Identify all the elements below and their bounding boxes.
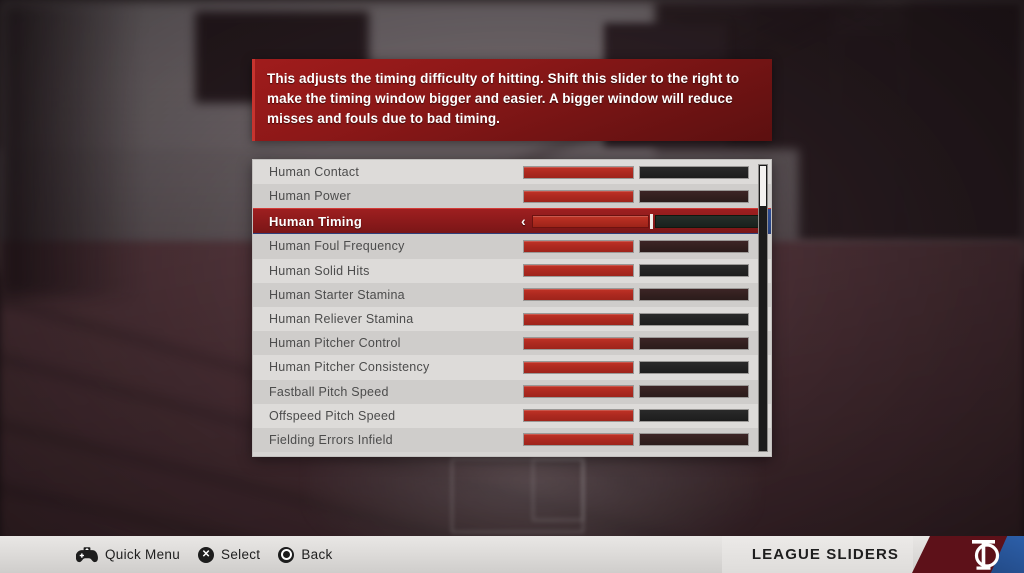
tooltip-text: This adjusts the timing difficulty of hi… xyxy=(267,71,740,126)
slider-track-empty xyxy=(639,288,749,302)
slider-row[interactable]: Offspeed Pitch Speed xyxy=(253,403,771,428)
slider-control[interactable] xyxy=(523,283,771,307)
slider-row[interactable]: Human Power xyxy=(253,184,771,209)
slider-row[interactable]: Human Foul Frequency xyxy=(253,234,771,259)
prompt-label: Quick Menu xyxy=(105,547,181,562)
slider-label: Human Solid Hits xyxy=(269,263,370,278)
slider-label: Human Power xyxy=(269,189,351,204)
slider-label: Human Timing xyxy=(269,213,363,229)
slider-label: Offspeed Pitch Speed xyxy=(269,408,396,423)
slider-track-empty xyxy=(639,264,749,278)
slider-control[interactable] xyxy=(523,404,771,428)
gamepad-icon xyxy=(76,546,98,563)
slider-row[interactable]: Human Reliever Stamina xyxy=(253,306,771,332)
prompt-label: Select xyxy=(221,547,261,562)
slider-fill xyxy=(523,189,634,203)
slider-description-tooltip: This adjusts the timing difficulty of hi… xyxy=(252,59,772,141)
slider-label: Fastball Pitch Speed xyxy=(269,384,389,399)
slider-list-panel: Human ContactHuman PowerHuman Timing‹›Hu… xyxy=(252,159,772,457)
slider-fill xyxy=(523,288,634,302)
slider-fill xyxy=(523,409,634,423)
page-title: LEAGUE SLIDERS xyxy=(751,546,899,563)
slider-label: Human Pitcher Control xyxy=(269,336,401,351)
slider-control[interactable] xyxy=(523,184,771,208)
slider-track-empty xyxy=(639,165,749,179)
circle-button-icon xyxy=(278,546,295,563)
title-angle-accent xyxy=(912,536,946,573)
slider-fill xyxy=(531,214,649,228)
slider-row[interactable]: Human Contact xyxy=(253,160,771,185)
slider-rows-container: Human ContactHuman PowerHuman Timing‹›Hu… xyxy=(253,160,771,453)
slider-label: Human Pitcher Consistency xyxy=(269,360,430,375)
slider-track-empty xyxy=(639,409,749,423)
slider-fill xyxy=(523,336,634,350)
slider-fill xyxy=(523,239,634,253)
screen-title-group: LEAGUE SLIDERS xyxy=(721,536,1024,573)
slider-track-empty xyxy=(639,360,749,374)
slider-control[interactable] xyxy=(523,355,771,379)
slider-track-empty xyxy=(639,385,749,399)
slider-row-selected[interactable]: Human Timing ‹› xyxy=(253,208,771,235)
list-scrollbar-thumb[interactable] xyxy=(760,166,766,207)
prompt-quick-menu[interactable]: Quick Menu xyxy=(76,546,181,563)
slider-row[interactable]: Fielding Errors Infield xyxy=(253,427,771,453)
chevron-left-icon[interactable]: ‹ xyxy=(521,214,526,228)
slider-control[interactable] xyxy=(523,234,771,258)
slider-row[interactable]: Human Starter Stamina xyxy=(253,282,771,307)
prompt-select[interactable]: ✕ Select xyxy=(198,546,261,563)
prompt-back[interactable]: Back xyxy=(278,546,333,563)
slider-track-empty xyxy=(639,239,749,253)
team-logo-box xyxy=(946,536,1024,573)
list-scrollbar[interactable] xyxy=(758,164,768,452)
slider-fill xyxy=(523,165,634,179)
slider-fill xyxy=(523,264,634,278)
slider-track-empty xyxy=(654,214,771,228)
slider-fill xyxy=(523,433,634,447)
slider-thumb[interactable] xyxy=(649,213,653,229)
cross-button-icon: ✕ xyxy=(198,546,215,563)
slider-control[interactable] xyxy=(523,380,771,404)
slider-track-empty xyxy=(639,336,749,350)
screen-title-plate: LEAGUE SLIDERS xyxy=(721,536,913,573)
bottom-action-bar: Quick Menu ✕ Select Back LEAGUE SLIDERS xyxy=(0,536,1024,573)
slider-row[interactable]: Human Pitcher Consistency xyxy=(253,355,771,380)
slider-fill xyxy=(523,385,634,399)
button-prompts: Quick Menu ✕ Select Back xyxy=(76,546,333,563)
slider-track-empty xyxy=(639,189,749,203)
slider-control[interactable] xyxy=(523,428,771,452)
slider-fill xyxy=(523,312,634,326)
slider-track-empty xyxy=(639,312,749,326)
prompt-label: Back xyxy=(301,547,333,562)
slider-control[interactable]: ‹› xyxy=(521,209,771,233)
slider-label: Human Starter Stamina xyxy=(269,287,405,302)
slider-label: Human Reliever Stamina xyxy=(269,312,414,327)
slider-row[interactable]: Fastball Pitch Speed xyxy=(253,379,771,404)
slider-label: Human Contact xyxy=(269,165,360,180)
slider-row[interactable]: Human Solid Hits xyxy=(253,258,771,283)
slider-control[interactable] xyxy=(523,259,771,283)
slider-control[interactable] xyxy=(523,160,771,184)
slider-fill xyxy=(523,360,634,374)
slider-row[interactable]: Human Pitcher Control xyxy=(253,331,771,356)
tc-logo-icon xyxy=(972,539,1000,570)
slider-track-empty xyxy=(639,433,749,447)
slider-control[interactable] xyxy=(523,331,771,355)
slider-control[interactable] xyxy=(523,307,771,331)
slider-label: Fielding Errors Infield xyxy=(269,432,393,447)
slider-label: Human Foul Frequency xyxy=(269,239,405,254)
